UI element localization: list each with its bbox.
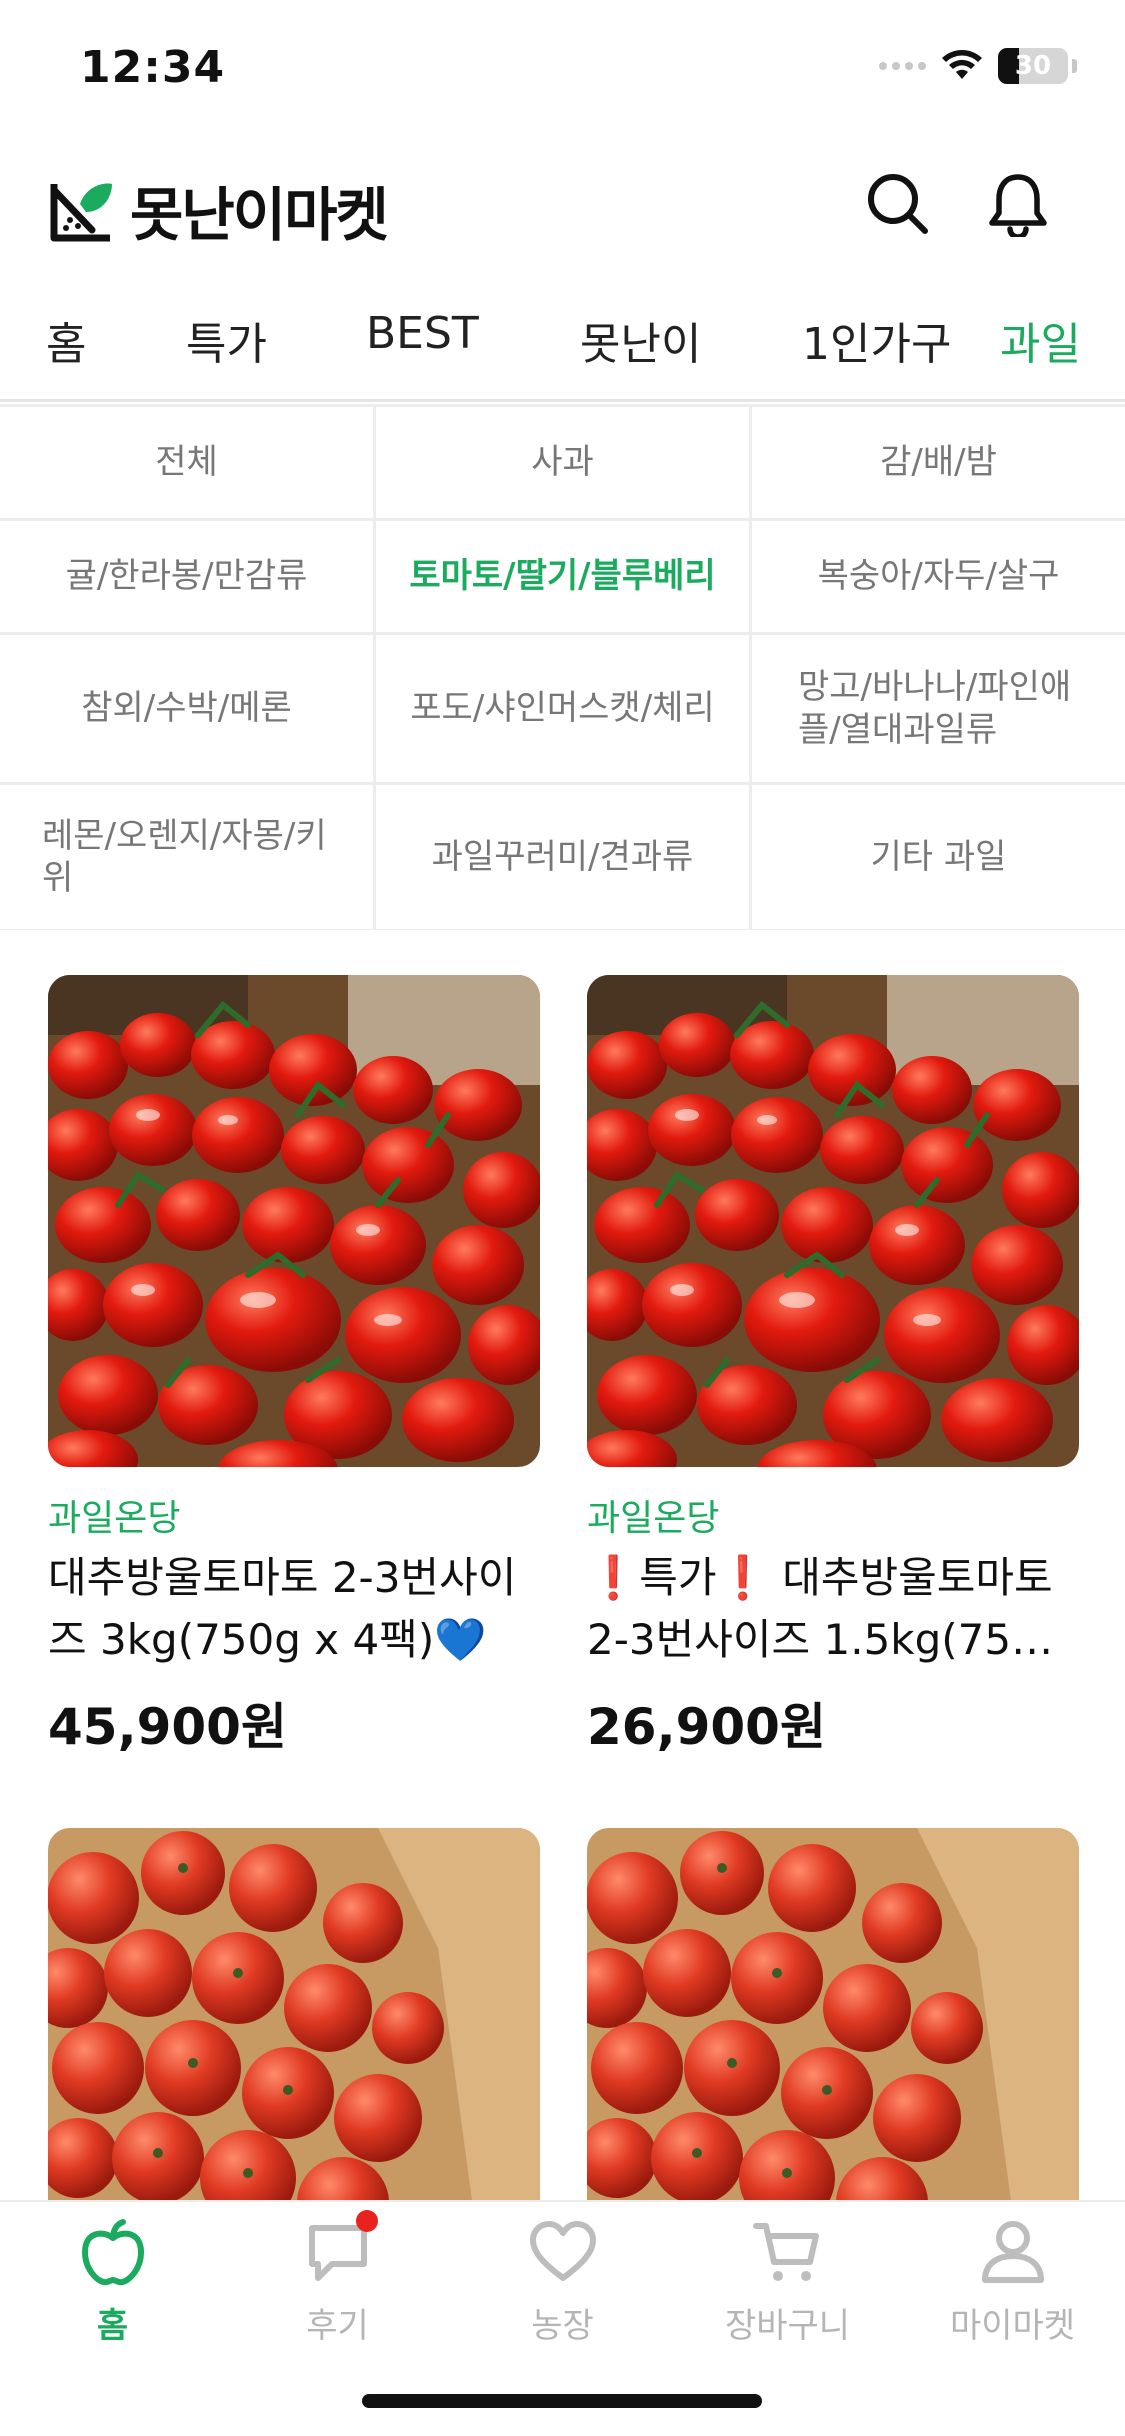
- subcategory-tomato-strawberry-blueberry[interactable]: 토마토/딸기/블루베리: [376, 521, 749, 632]
- status-indicators: 30: [879, 48, 1077, 84]
- search-button[interactable]: [862, 168, 934, 240]
- subcategory-tropical[interactable]: 망고/바나나/파인애플/열대과일류: [752, 635, 1125, 782]
- product-price: 26,900원: [587, 1698, 826, 1756]
- subcategory-other-fruit[interactable]: 기타 과일: [752, 785, 1125, 929]
- nav-reviews[interactable]: 후기: [225, 2210, 450, 2347]
- subcategory-melon-watermelon[interactable]: 참외/수박/메론: [0, 635, 373, 782]
- product-title: ❗특가❗ 대추방울토마토 2-3번사이즈 1.5kg(750g x 2팩): [587, 1553, 1065, 1664]
- heart-icon: [529, 2221, 596, 2281]
- nav-cart[interactable]: 장바구니: [675, 2216, 900, 2347]
- tab-single-household[interactable]: 1인가구: [802, 308, 951, 399]
- nav-mymarket[interactable]: 마이마켓: [900, 2216, 1125, 2347]
- product-image[interactable]: [48, 1828, 540, 2200]
- subcategory-all[interactable]: 전체: [0, 407, 373, 518]
- apple-icon: [81, 2219, 144, 2286]
- cart-icon: [752, 2223, 819, 2281]
- subcategory-apple[interactable]: 사과: [376, 407, 749, 518]
- subcategory-peach-plum-apricot[interactable]: 복숭아/자두/살구: [752, 521, 1125, 632]
- tab-ugly[interactable]: 못난이: [580, 308, 701, 399]
- product-card[interactable]: [48, 1828, 540, 2200]
- search-icon: [868, 174, 928, 234]
- nav-reviews-label: 후기: [306, 2306, 369, 2346]
- product-image[interactable]: [48, 975, 540, 1467]
- nav-farm-label: 농장: [531, 2306, 594, 2346]
- bell-icon: [989, 174, 1047, 237]
- nav-home-label: 홈: [96, 2306, 129, 2346]
- product-card[interactable]: [587, 1828, 1079, 2200]
- subcategory-grid: 전체 사과 감/배/밤 귤/한라봉/만감류 토마토/딸기/블루베리 복숭아/자두…: [0, 404, 1125, 930]
- subcategory-citrus[interactable]: 귤/한라봉/만감류: [0, 521, 373, 632]
- battery-icon: 30: [998, 48, 1068, 84]
- product-price: 45,900원: [48, 1698, 287, 1756]
- tab-special[interactable]: 특가: [186, 308, 267, 399]
- tab-home[interactable]: 홈: [46, 308, 86, 399]
- product-farm: 과일온당: [48, 1498, 181, 1539]
- notification-badge: [355, 2210, 378, 2232]
- battery-percent: 30: [1014, 51, 1052, 81]
- logo-text: 못난이마켓: [130, 181, 389, 249]
- wifi-icon: [942, 50, 982, 79]
- status-time: 12:34: [80, 42, 226, 93]
- home-indicator: [362, 2394, 762, 2408]
- nav-cart-label: 장바구니: [724, 2306, 851, 2346]
- product-farm: 과일온당: [587, 1498, 720, 1539]
- cherry-tomato-photo: [587, 975, 1079, 1467]
- signal-icon: [879, 62, 926, 70]
- cherry-tomato-photo: [48, 975, 540, 1467]
- nav-farm[interactable]: 농장: [450, 2216, 675, 2347]
- category-tabs: 홈 특가 BEST 못난이 1인가구 과일: [0, 290, 1125, 402]
- nav-mymarket-label: 마이마켓: [949, 2306, 1076, 2346]
- subcategory-persimmon-pear-chestnut[interactable]: 감/배/밤: [752, 407, 1125, 518]
- product-title: 대추방울토마토 2-3번사이즈 3kg(750g x 4팩)💙: [48, 1553, 517, 1664]
- product-image[interactable]: [587, 1828, 1079, 2200]
- subcategory-lemon-orange-kiwi[interactable]: 레몬/오렌지/자몽/키위: [0, 785, 373, 929]
- product-card[interactable]: 과일온당 대추방울토마토 2-3번사이즈 3kg(750g x 4팩)💙 45,…: [48, 975, 540, 1759]
- app-header: 못난이마켓: [0, 150, 1125, 260]
- tomato-box-photo: [587, 1828, 1079, 2200]
- person-icon: [981, 2221, 1044, 2283]
- status-bar: 12:34 30: [0, 0, 1125, 140]
- logo[interactable]: 못난이마켓: [46, 168, 389, 252]
- product-image[interactable]: [587, 975, 1079, 1467]
- subcategory-fruit-bundle-nuts[interactable]: 과일꾸러미/견과류: [376, 785, 749, 929]
- logo-icon: [50, 183, 112, 242]
- notification-button[interactable]: [982, 168, 1054, 240]
- subcategory-grape-cherry[interactable]: 포도/샤인머스캣/체리: [376, 635, 749, 782]
- tab-fruit[interactable]: 과일: [1000, 308, 1081, 399]
- tomato-box-photo: [48, 1828, 540, 2200]
- nav-home[interactable]: 홈: [0, 2216, 225, 2347]
- battery-tip: [1072, 59, 1077, 73]
- tab-best[interactable]: BEST: [366, 308, 479, 399]
- product-grid: 과일온당 대추방울토마토 2-3번사이즈 3kg(750g x 4팩)💙 45,…: [0, 930, 1125, 2200]
- product-card[interactable]: 과일온당 ❗특가❗ 대추방울토마토 2-3번사이즈 1.5kg(750g x 2…: [587, 975, 1079, 1759]
